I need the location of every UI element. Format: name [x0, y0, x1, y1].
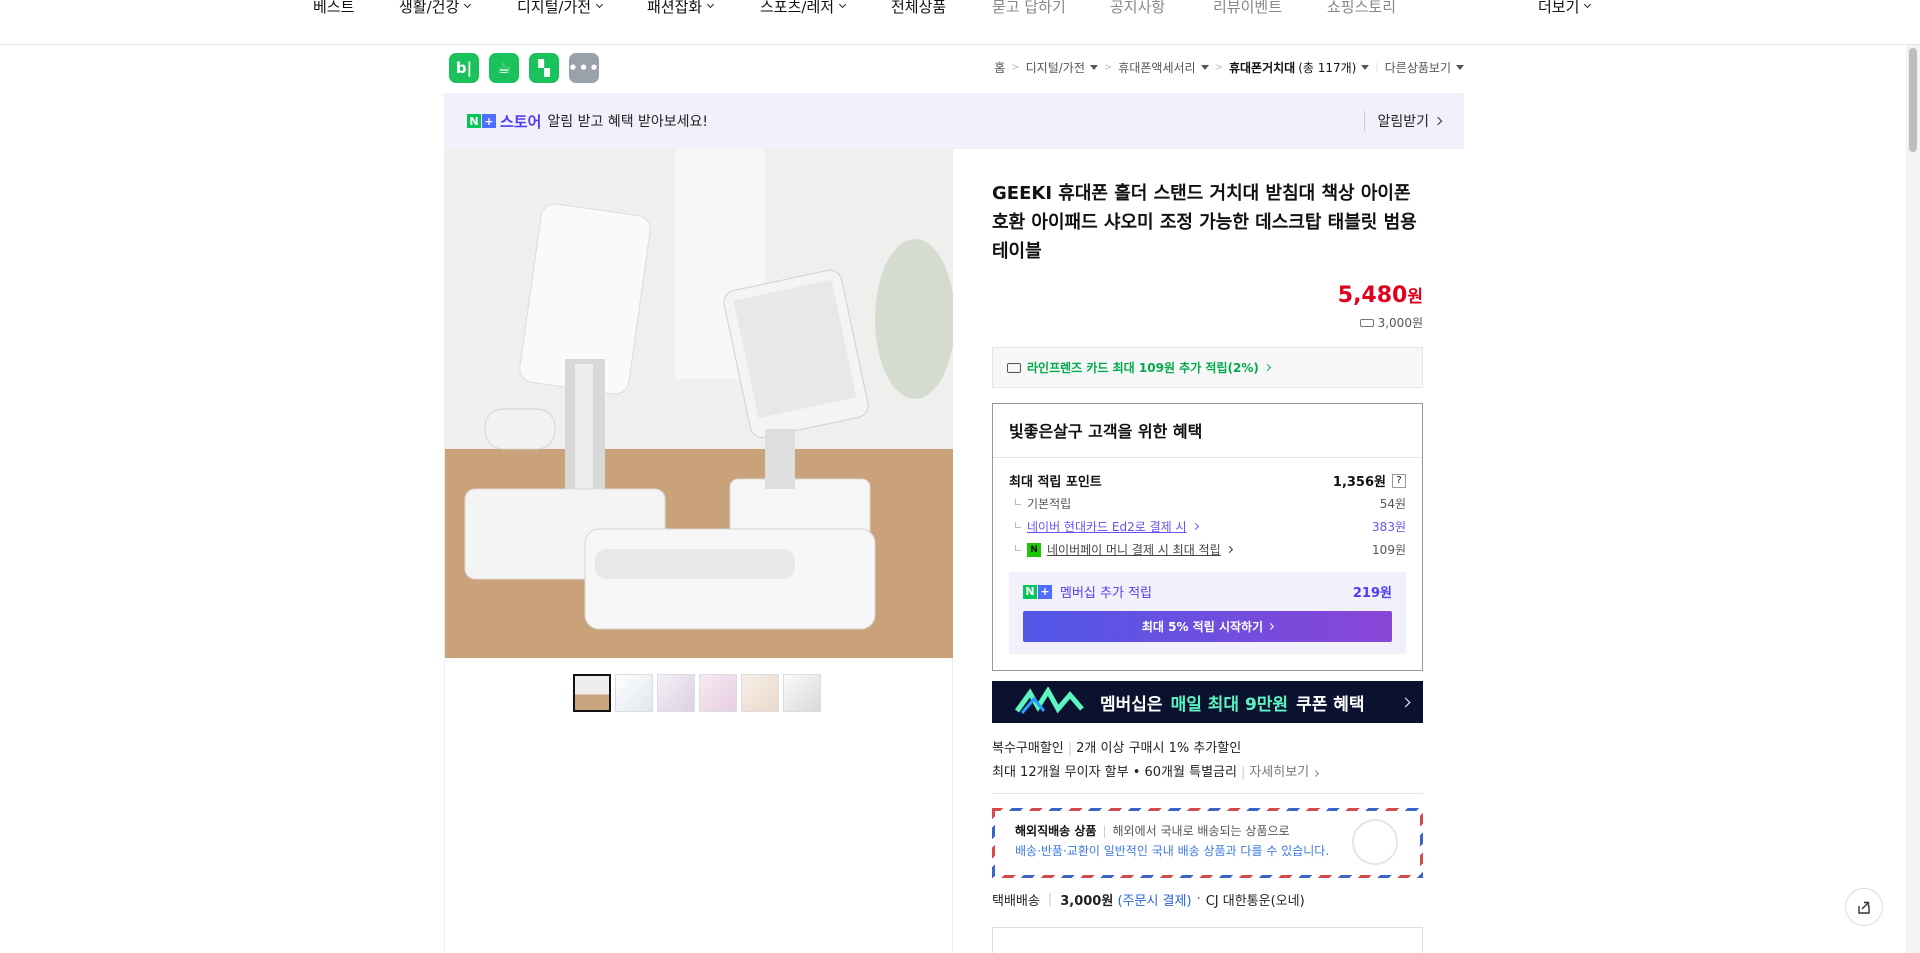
multi-purchase-discount: 복수구매할인 | 2개 이상 구매시 1% 추가할인 — [992, 741, 1242, 756]
other-products-dropdown[interactable]: 다른상품보기 — [1385, 59, 1464, 76]
discount-info: 복수구매할인 | 2개 이상 구매시 1% 추가할인 최대 12개월 무이자 할부 … — [992, 737, 1423, 785]
thumbnail[interactable] — [657, 674, 695, 712]
naver-plus-badge: N + — [1023, 584, 1052, 599]
thumbnail-strip — [573, 674, 821, 712]
nav-qna[interactable]: 묻고 답하기 — [992, 0, 1066, 17]
breadcrumb-accessories[interactable]: 휴대폰액세서리 — [1118, 59, 1209, 76]
blog-app-icon[interactable]: b| — [449, 53, 479, 83]
divider — [992, 793, 1423, 794]
nav-shopping-story[interactable]: 쇼핑스토리 — [1327, 0, 1396, 17]
nav-more[interactable]: 더보기 — [1538, 0, 1592, 17]
share-icon — [1858, 901, 1870, 914]
tree-branch-icon — [1015, 544, 1021, 551]
breadcrumb-separator: > — [1103, 62, 1113, 73]
thumbnail[interactable] — [699, 674, 737, 712]
membership-box: N + 멤버십 추가 적립 219원 최대 5% 적립 시작하기 — [1009, 572, 1406, 654]
app-shortcuts: b| ☕ ▚ ••• — [449, 53, 599, 83]
breadcrumb-phone-stand[interactable]: 휴대폰거치대 (총 117개) — [1229, 59, 1370, 76]
chevron-right-icon — [1433, 116, 1443, 126]
thumbnail[interactable] — [573, 674, 611, 712]
phone-stand-illustration — [445, 149, 953, 658]
nav-fashion[interactable]: 패션잡화 — [647, 0, 715, 17]
store-label: 스토어 — [500, 112, 542, 131]
notify-button[interactable]: 알림받기 — [1364, 111, 1443, 131]
caret-down-icon — [1089, 65, 1098, 70]
nav-life-health[interactable]: 생활/건강 — [399, 0, 472, 17]
membership-logo-graphic — [1014, 687, 1084, 714]
scrollbar-thumb[interactable] — [1909, 48, 1917, 152]
breadcrumb-divider: | — [1375, 62, 1379, 73]
chevron-right-icon — [1267, 622, 1275, 631]
chevron-down-icon — [464, 0, 472, 9]
nav-best[interactable]: 베스트 — [313, 0, 354, 17]
max-points-row: 최대 적립 포인트 1,356원? — [1009, 469, 1406, 492]
help-icon[interactable]: ? — [1392, 473, 1406, 488]
basic-points-row: 기본적립 54원 — [1009, 492, 1406, 515]
chevron-right-icon — [1225, 545, 1233, 554]
chevron-right-icon — [1312, 769, 1320, 777]
breadcrumb: 홈 > 디지털/가전 > 휴대폰액세서리 > 휴대폰거치대 (총 117개) | … — [994, 59, 1464, 76]
start-membership-button[interactable]: 최대 5% 적립 시작하기 — [1023, 611, 1392, 642]
airmail-stamp-icon — [1352, 819, 1398, 865]
product-price: 5,480원 — [1337, 283, 1423, 308]
nav-review-event[interactable]: 리뷰이벤트 — [1213, 0, 1282, 17]
product-info-panel: GEEKI 휴대폰 홀더 스탠드 거치대 받침대 책상 아이폰 호환 아이패드 … — [992, 149, 1423, 953]
credit-card-icon — [1007, 362, 1021, 373]
npay-money-row[interactable]: N 네이버페이 머니 결제 시 최대 적립 109원 — [1009, 538, 1406, 561]
chevron-right-icon — [1191, 522, 1199, 531]
tree-branch-icon — [1015, 498, 1021, 505]
benefit-box: 빛좋은살구 고객을 위한 혜택 최대 적립 포인트 1,356원? 기본적립 5… — [992, 403, 1423, 671]
more-apps-icon[interactable]: ••• — [568, 53, 599, 83]
caret-down-icon — [1456, 65, 1464, 70]
chevron-right-icon — [1263, 363, 1271, 372]
caret-down-icon — [1361, 65, 1370, 70]
truck-icon — [1359, 318, 1374, 327]
thumbnail[interactable] — [615, 674, 653, 712]
banner-text: 알림 받고 혜택 받아보세요! — [547, 114, 709, 130]
divider — [993, 457, 1422, 458]
breadcrumb-separator: > — [1011, 62, 1020, 73]
product-main-image[interactable] — [445, 149, 953, 658]
nav-all-products[interactable]: 전체상품 — [891, 0, 946, 17]
naver-pay-icon: N — [1027, 542, 1041, 557]
chevron-down-icon — [596, 0, 604, 9]
caret-down-icon — [1200, 65, 1209, 70]
cafe-app-icon[interactable]: ☕ — [489, 53, 519, 83]
nav-digital[interactable]: 디지털/가전 — [517, 0, 604, 17]
membership-coupon-banner[interactable]: 멤버십은 매일 최대 9만원 쿠폰 혜택 — [992, 681, 1423, 723]
breadcrumb-separator: > — [1214, 62, 1223, 73]
membership-value: 219원 — [1352, 586, 1392, 601]
delivery-info: 택배배송 | 3,000원 (주문시 결제) · CJ 대한통운(오네) — [992, 892, 1305, 909]
product-title: GEEKI 휴대폰 홀더 스탠드 거치대 받침대 책상 아이폰 호환 아이패드 … — [992, 183, 1417, 262]
top-navigation: 베스트 생활/건강 디지털/가전 패션잡화 스포츠/레저 전체상품 묻고 답하기… — [0, 0, 1920, 45]
benefit-title: 빛좋은살구 고객을 위한 혜택 — [1009, 422, 1203, 441]
naver-plus-badge: N + — [467, 114, 496, 128]
breadcrumb-home[interactable]: 홈 — [994, 59, 1005, 76]
chevron-right-icon — [1400, 697, 1411, 707]
hyundai-card-row[interactable]: 네이버 현대카드 Ed2로 결제 시 383원 — [1009, 515, 1406, 538]
chevron-down-icon — [1584, 0, 1592, 9]
chevron-down-icon — [707, 0, 715, 9]
nav-notice[interactable]: 공지사항 — [1110, 0, 1165, 17]
card-offer[interactable]: 라인프렌즈 카드 최대 109원 추가 적립(2%) — [992, 347, 1423, 388]
store-notification-banner: N + 스토어 알림 받고 혜택 받아보세요! 알림받기 — [444, 93, 1464, 149]
shipping-fee: 3,000원 — [992, 314, 1423, 331]
product-image-panel — [444, 149, 953, 953]
breadcrumb-digital[interactable]: 디지털/가전 — [1026, 59, 1098, 76]
details-link[interactable]: 자세히보기 — [1249, 761, 1320, 785]
chevron-down-icon — [839, 0, 847, 9]
tree-branch-icon — [1015, 521, 1021, 528]
scrollbar-track[interactable] — [1906, 45, 1920, 953]
bookmark-app-icon[interactable]: ▚ — [529, 53, 559, 83]
overseas-shipping-notice: 해외직배송 상품 | 해외에서 국내로 배송되는 상품으로 배송·반품·교환이 일반… — [992, 808, 1423, 878]
option-select[interactable] — [992, 927, 1423, 953]
thumbnail[interactable] — [741, 674, 779, 712]
nav-sports[interactable]: 스포츠/레저 — [760, 0, 847, 17]
share-button[interactable] — [1845, 888, 1883, 926]
thumbnail[interactable] — [783, 674, 821, 712]
installment-info: 최대 12개월 무이자 할부 • 60개월 특별금리 | 자세히보기 — [992, 761, 1423, 785]
